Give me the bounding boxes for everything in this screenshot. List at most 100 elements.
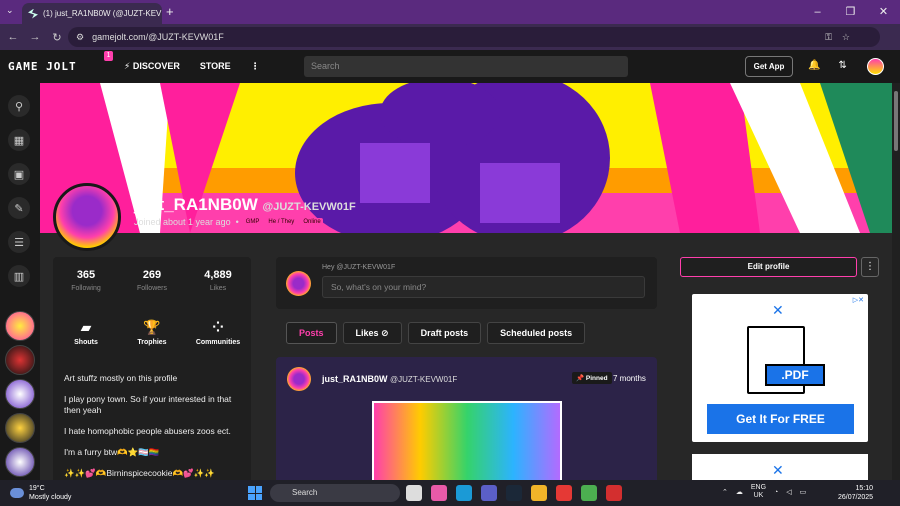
wifi-icon[interactable]: ◔ bbox=[774, 489, 778, 496]
search-input[interactable]: Search bbox=[304, 56, 628, 77]
edge-icon[interactable] bbox=[456, 485, 472, 501]
tab-likes[interactable]: Likes ⊘ bbox=[342, 322, 402, 344]
scrollbar-thumb[interactable] bbox=[894, 91, 898, 151]
bookmark-star-icon[interactable]: ☆ bbox=[842, 32, 850, 43]
address-bar-row: ← → ↻ ⚙ gamejolt.com/@JUZT-KEVW01F ⚿ ☆ bbox=[0, 24, 900, 50]
pinned-post[interactable]: just_RA1NB0W @JUZT-KEVW01F 📌 Pinned 7 mo… bbox=[276, 357, 657, 487]
system-tray: ⌃ ☁ ENG UK ◔ ◁ ▭ bbox=[722, 484, 806, 500]
library-icon[interactable]: ▥ bbox=[8, 265, 30, 287]
minimize-icon[interactable]: – bbox=[801, 0, 834, 24]
browser-tab[interactable]: (1) just_RA1NB0W (@JUZT-KEV ✕ bbox=[22, 3, 162, 24]
tab-search-icon[interactable]: ⌄ bbox=[6, 5, 14, 16]
followers-stat[interactable]: 269 Followers bbox=[119, 269, 185, 293]
shouts-link[interactable]: ▰ Shouts bbox=[53, 319, 119, 346]
communities-icon: ⁘ bbox=[212, 319, 224, 335]
password-key-icon[interactable]: ⚿ bbox=[825, 32, 832, 43]
joined-row: Joined about 1 year ago • GMP He / They … bbox=[134, 217, 323, 227]
notification-badge: 1 bbox=[104, 51, 113, 61]
taskbar-search[interactable]: Search bbox=[270, 484, 400, 502]
file-explorer-icon[interactable] bbox=[531, 485, 547, 501]
community-avatar[interactable] bbox=[5, 311, 35, 341]
post-author-avatar[interactable] bbox=[287, 367, 311, 391]
reload-icon[interactable]: ↻ bbox=[48, 31, 66, 44]
app-icon[interactable] bbox=[606, 485, 622, 501]
clock[interactable]: 15:10 26/07/2025 bbox=[838, 484, 873, 502]
community-avatar[interactable] bbox=[5, 345, 35, 375]
tab-posts[interactable]: Posts bbox=[286, 322, 337, 344]
new-tab-icon[interactable]: + bbox=[166, 4, 174, 19]
user-avatar[interactable] bbox=[867, 58, 884, 75]
language-indicator[interactable]: ENG UK bbox=[751, 484, 766, 500]
friends-icon[interactable]: ⇅ bbox=[838, 60, 846, 71]
onedrive-icon[interactable]: ☁ bbox=[736, 488, 743, 496]
weather-widget[interactable]: 19°C Mostly cloudy bbox=[10, 484, 71, 502]
post-tabs: Posts Likes ⊘ Draft posts Scheduled post… bbox=[286, 322, 586, 344]
ad-choices-icon[interactable]: ▷✕ bbox=[853, 296, 864, 304]
pinned-badge: 📌 Pinned bbox=[572, 372, 612, 384]
back-icon[interactable]: ← bbox=[4, 31, 22, 43]
battery-icon[interactable]: ▭ bbox=[800, 488, 807, 496]
profile-more-button[interactable]: ⋮ bbox=[861, 257, 879, 277]
volume-icon[interactable]: ◁ bbox=[786, 488, 791, 496]
post-image[interactable] bbox=[372, 401, 562, 487]
joined-text: Joined about 1 year ago bbox=[134, 217, 231, 227]
pdf-badge: .PDF bbox=[765, 364, 825, 386]
likes-stat[interactable]: 4,889 Likes bbox=[185, 269, 251, 293]
task-view-icon[interactable] bbox=[406, 485, 422, 501]
online-tag: Online bbox=[301, 218, 323, 226]
tab-draft-posts[interactable]: Draft posts bbox=[407, 322, 482, 344]
youtube-icon[interactable] bbox=[556, 485, 572, 501]
gamejolt-logo[interactable]: GAME JOLT bbox=[8, 60, 77, 73]
page-scrollbar[interactable] bbox=[892, 83, 900, 480]
profile-handle: @JUZT-KEVW01F bbox=[262, 201, 356, 213]
taskbar-apps bbox=[406, 485, 622, 501]
edit-profile-button[interactable]: Edit profile bbox=[680, 257, 857, 277]
url-field[interactable]: ⚙ gamejolt.com/@JUZT-KEVW01F ⚿ ☆ bbox=[68, 27, 880, 47]
community-avatar[interactable] bbox=[5, 413, 35, 443]
quests-icon[interactable]: ✎ bbox=[8, 197, 30, 219]
trophy-icon: 🏆 bbox=[143, 319, 161, 335]
maximize-icon[interactable]: ❐ bbox=[834, 0, 867, 24]
gamejolt-favicon-icon bbox=[28, 8, 38, 19]
profile-avatar[interactable] bbox=[53, 183, 121, 251]
profile-name: just_RA1NB0W @JUZT-KEVW01F bbox=[134, 195, 356, 214]
get-app-button[interactable]: Get App bbox=[745, 56, 793, 77]
site-info-icon[interactable]: ⚙ bbox=[76, 32, 84, 43]
ad-cta-button[interactable]: Get It For FREE bbox=[707, 404, 854, 434]
following-stat[interactable]: 365 Following bbox=[53, 269, 119, 293]
teams-icon[interactable] bbox=[481, 485, 497, 501]
bio-line: Art stuffz mostly on this profile bbox=[64, 373, 178, 383]
communities-link[interactable]: ⁘ Communities bbox=[185, 319, 251, 346]
gamejolt-topbar: GAME JOLT 1 ⚡ DISCOVER STORE ⋮ Search Ge… bbox=[0, 50, 900, 83]
backpack-icon[interactable]: ▣ bbox=[8, 163, 30, 185]
post-age: 7 months bbox=[613, 374, 646, 383]
advertisement[interactable]: ▷✕ ✕ .PDF Get It For FREE bbox=[692, 294, 868, 442]
community-avatar[interactable] bbox=[5, 447, 35, 477]
chat-icon[interactable]: ☰ bbox=[8, 231, 30, 253]
hidden-eye-icon: ⊘ bbox=[381, 328, 389, 338]
bell-icon[interactable]: 🔔 bbox=[808, 60, 820, 71]
bio-line: I hate homophobic people abusers zoos ec… bbox=[64, 426, 231, 436]
store-icon[interactable]: ▦ bbox=[8, 129, 30, 151]
post-author: just_RA1NB0W @JUZT-KEVW01F bbox=[322, 374, 458, 384]
windows-start-icon[interactable] bbox=[248, 486, 262, 500]
pin-icon: 📌 bbox=[576, 375, 585, 382]
copilot-icon[interactable] bbox=[431, 485, 447, 501]
discover-link[interactable]: ⚡ DISCOVER bbox=[124, 61, 180, 72]
tab-scheduled-posts[interactable]: Scheduled posts bbox=[487, 322, 586, 344]
chevron-up-icon[interactable]: ⌃ bbox=[722, 488, 728, 496]
activity-icon[interactable]: ⚲ bbox=[8, 95, 30, 117]
chrome-icon[interactable] bbox=[581, 485, 597, 501]
forward-icon[interactable]: → bbox=[26, 31, 44, 43]
close-window-icon[interactable]: ✕ bbox=[867, 0, 900, 24]
composer-input[interactable]: So, what's on your mind? bbox=[322, 276, 645, 298]
more-menu-icon[interactable]: ⋮ bbox=[251, 61, 260, 72]
store-link[interactable]: STORE bbox=[200, 61, 231, 72]
profile-tag: He / They bbox=[266, 218, 297, 226]
post-composer: Hey @JUZT-KEVW01F So, what's on your min… bbox=[276, 257, 657, 309]
ad-logo-icon: ✕ bbox=[772, 302, 784, 318]
left-sidebar: ⚲ ▦ ▣ ✎ ☰ ▥ bbox=[0, 83, 40, 480]
community-avatar[interactable] bbox=[5, 379, 35, 409]
steam-icon[interactable] bbox=[506, 485, 522, 501]
trophies-link[interactable]: 🏆 Trophies bbox=[119, 319, 185, 346]
